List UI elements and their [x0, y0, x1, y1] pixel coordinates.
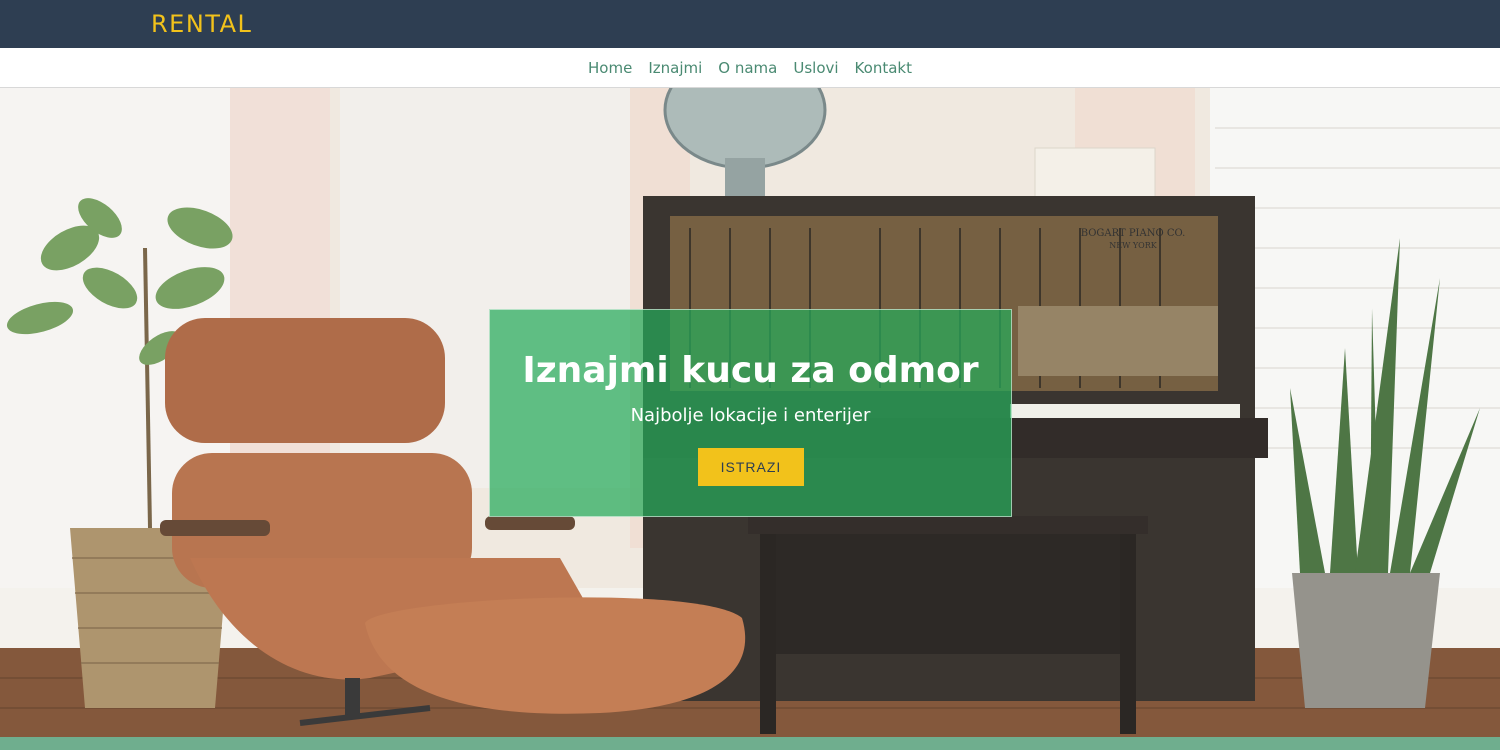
nav-link-iznajmi[interactable]: Iznajmi	[648, 59, 702, 77]
hero-overlay-card: Iznajmi kucu za odmor Najbolje lokacije …	[489, 309, 1012, 517]
hero-subtitle: Najbolje lokacije i enterijer	[630, 405, 871, 426]
nav-link-uslovi[interactable]: Uslovi	[793, 59, 838, 77]
nav-link-kontakt[interactable]: Kontakt	[855, 59, 912, 77]
nav-link-o-nama[interactable]: O nama	[718, 59, 777, 77]
main-nav: Home Iznajmi O nama Uslovi Kontakt	[0, 48, 1500, 88]
explore-button[interactable]: ISTRAZI	[698, 448, 804, 486]
next-section-edge	[0, 737, 1500, 750]
brand-logo[interactable]: RENTAL	[151, 10, 252, 38]
hero-title: Iznajmi kucu za odmor	[522, 350, 979, 391]
hero-section: BOGART PIANO CO. NEW YORK Iznajmi kucu z…	[0, 88, 1500, 737]
top-header-bar: RENTAL	[0, 0, 1500, 48]
nav-link-home[interactable]: Home	[588, 59, 632, 77]
